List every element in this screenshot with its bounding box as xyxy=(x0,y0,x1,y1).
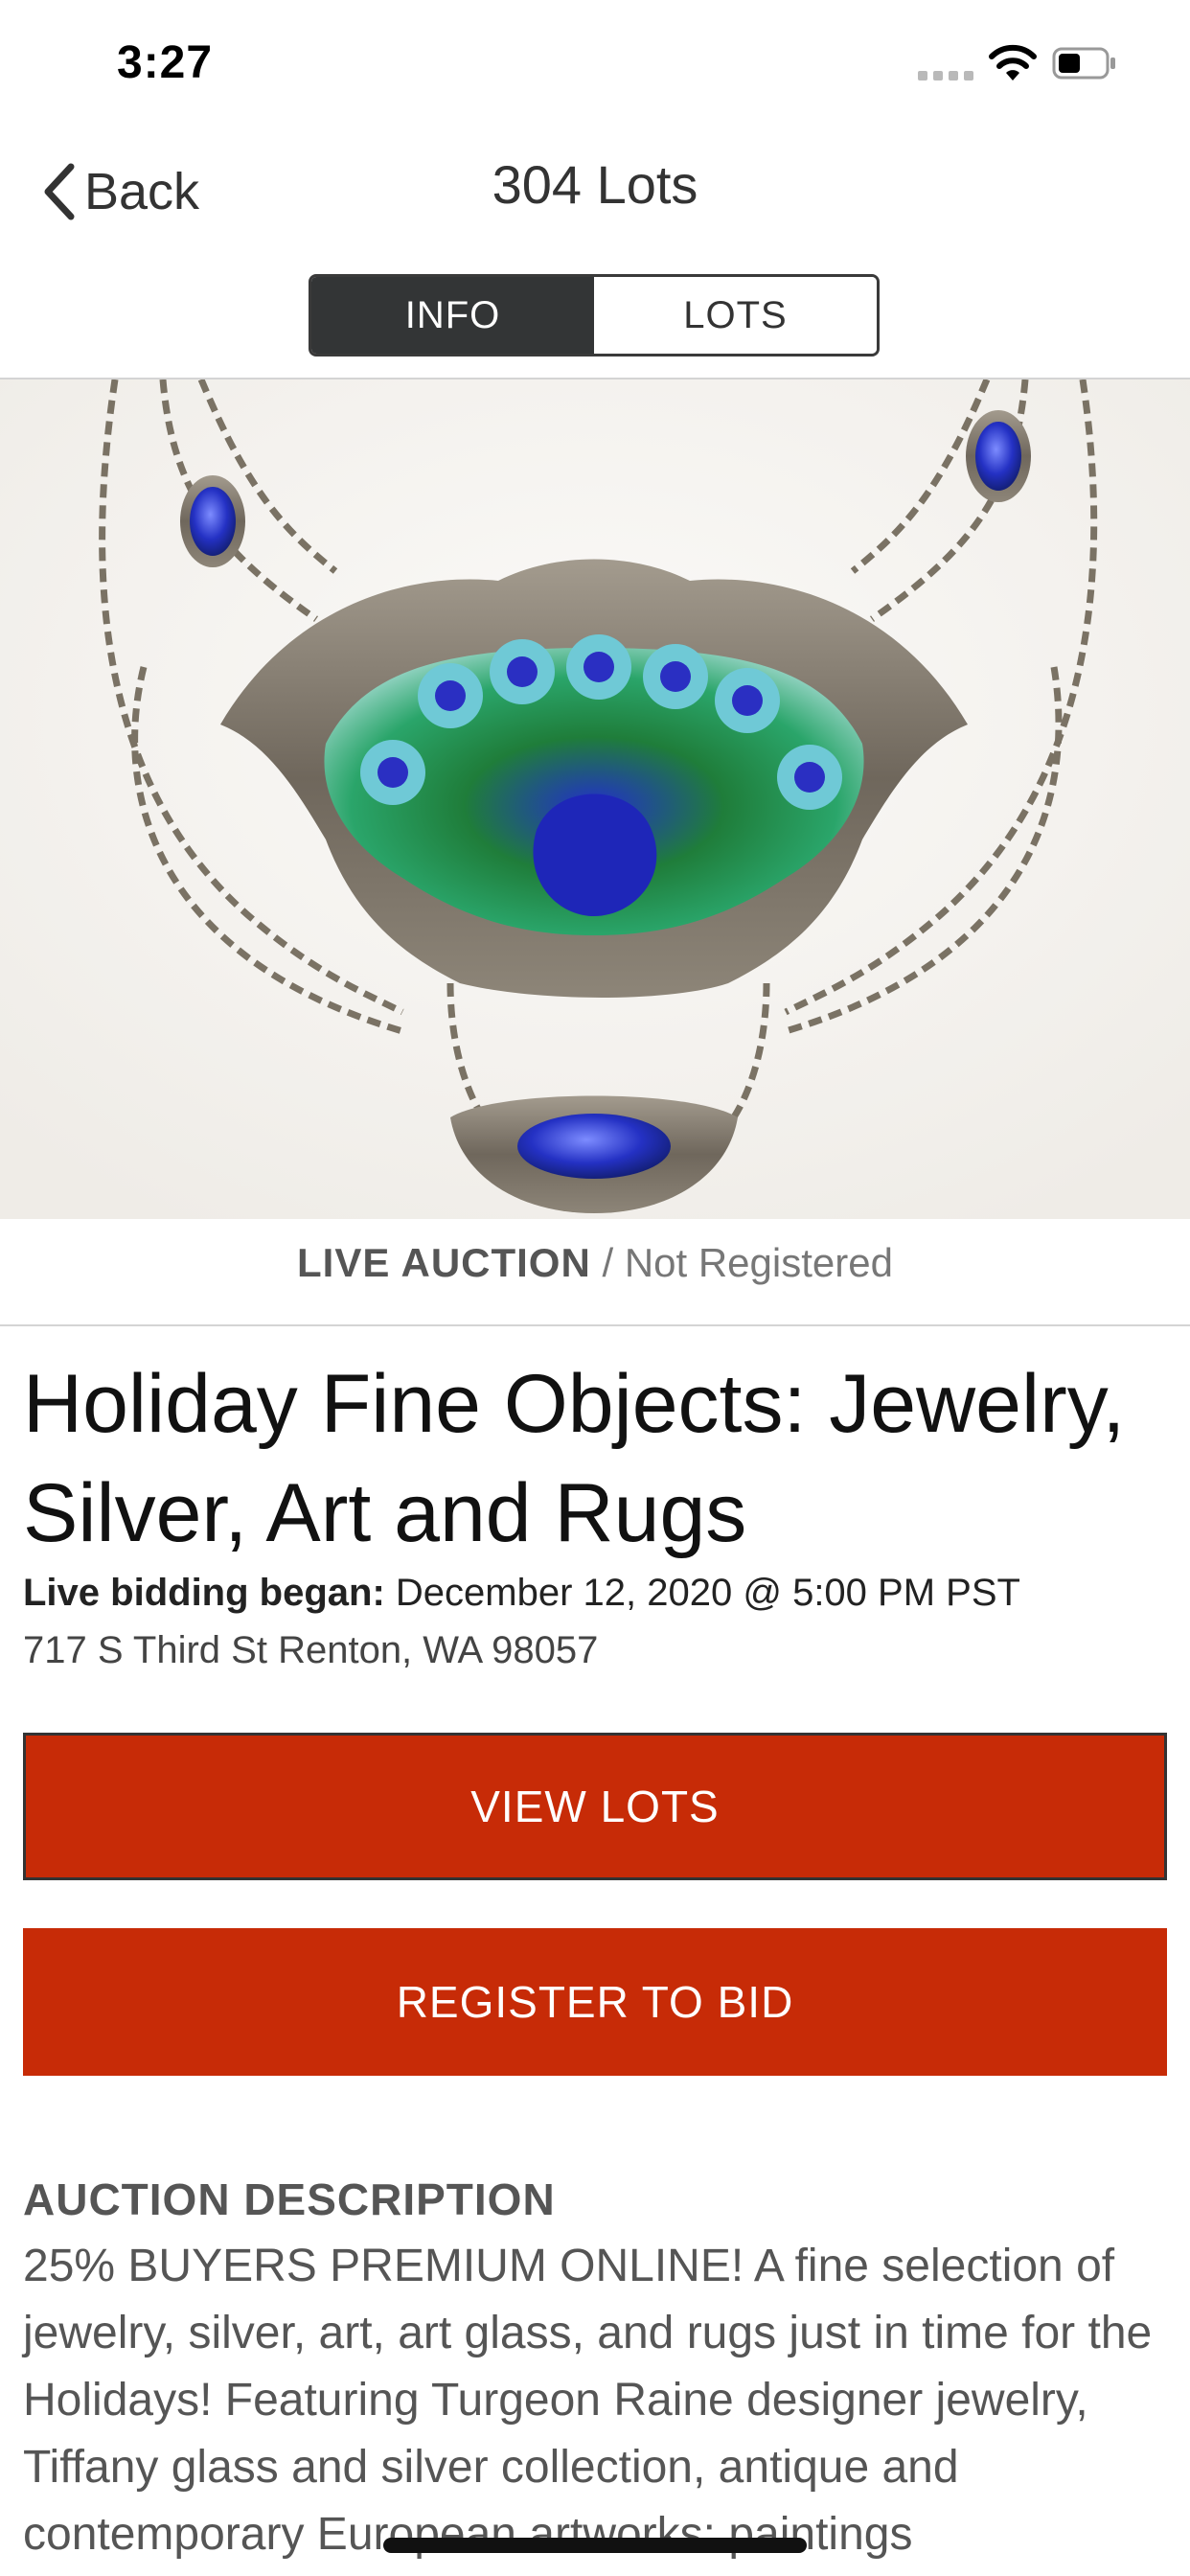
description-heading: AUCTION DESCRIPTION xyxy=(23,2174,556,2224)
bidding-start-value: December 12, 2020 @ 5:00 PM PST xyxy=(395,1572,1020,1614)
page-title: 304 Lots xyxy=(492,154,698,215)
wifi-icon xyxy=(989,44,1037,80)
status-time: 3:27 xyxy=(117,37,214,88)
battery-icon xyxy=(1052,47,1115,80)
auction-hero-image xyxy=(0,380,1190,1219)
status-bar: 3:27 xyxy=(0,0,1190,125)
auction-address: 717 S Third St Renton, WA 98057 xyxy=(23,1629,599,1671)
navigation-bar: Back 304 Lots xyxy=(0,125,1190,249)
status-separator: / xyxy=(590,1240,625,1285)
status-divider xyxy=(0,1324,1190,1326)
auction-title: Holiday Fine Objects: Jewelry, Silver, A… xyxy=(23,1358,1126,1559)
auction-status: LIVE AUCTION / Not Registered xyxy=(0,1240,1190,1286)
info-lots-segmented-control: INFO LOTS xyxy=(309,274,880,356)
view-lots-button[interactable]: VIEW LOTS xyxy=(23,1733,1167,1880)
auction-info-screen: 3:27 Back 304 Lots INFO LOTS LIVE AUCTIO… xyxy=(0,0,1190,2576)
tab-info[interactable]: INFO xyxy=(311,277,594,354)
home-indicator[interactable] xyxy=(383,2538,807,2553)
enamel-peacock-necklace-photo xyxy=(0,380,1190,1219)
register-to-bid-button[interactable]: REGISTER TO BID xyxy=(23,1928,1167,2076)
tab-lots[interactable]: LOTS xyxy=(594,277,877,354)
description-body: 25% BUYERS PREMIUM ONLINE! A fine select… xyxy=(23,2241,1153,2560)
bidding-start-line: Live bidding began: December 12, 2020 @ … xyxy=(23,1572,1020,1615)
bidding-start-label: Live bidding began: xyxy=(23,1572,385,1614)
auction-type-label: LIVE AUCTION xyxy=(297,1240,591,1285)
registration-status: Not Registered xyxy=(624,1240,893,1285)
cellular-signal-icon xyxy=(918,71,973,82)
